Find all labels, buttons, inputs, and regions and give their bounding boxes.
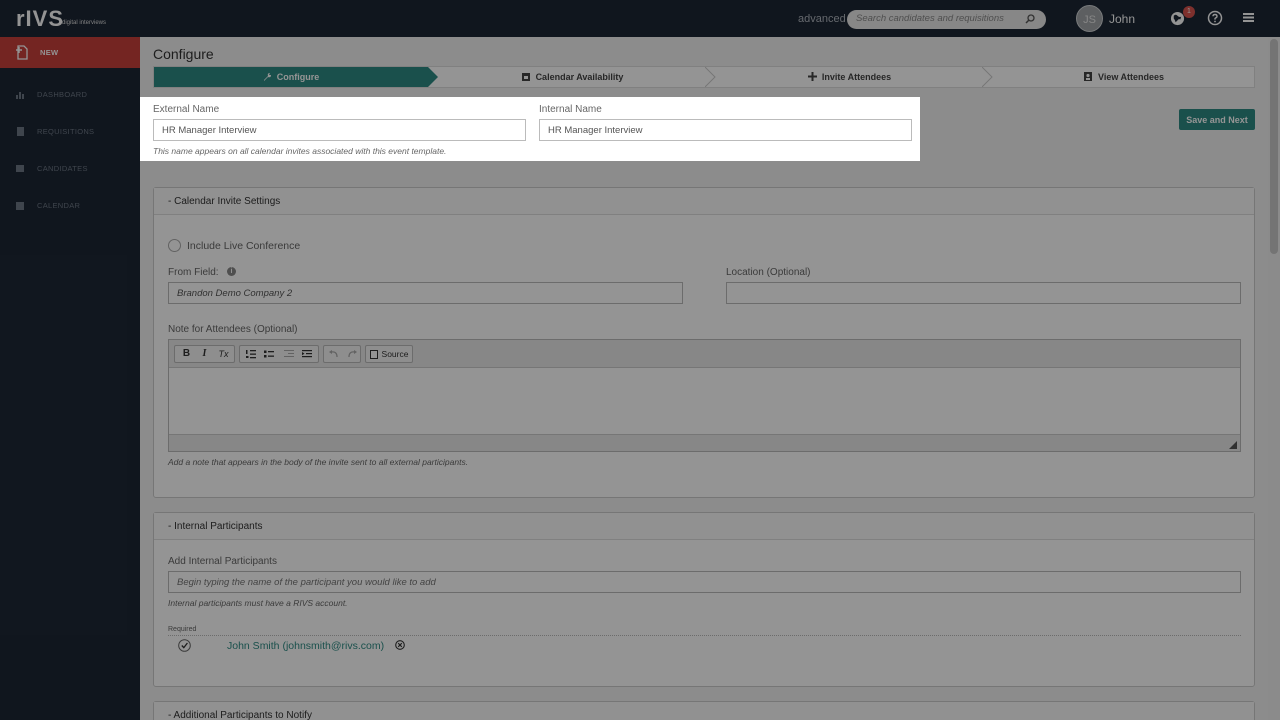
internal-name-field[interactable] [539, 119, 912, 141]
external-name-field[interactable] [153, 119, 526, 141]
overlay-dim-bottom [140, 161, 1280, 720]
overlay-dim-right [920, 97, 1280, 161]
external-name-hint: This name appears on all calendar invite… [153, 146, 447, 156]
overlay-dim-sidebar [0, 37, 140, 720]
internal-name-label: Internal Name [539, 104, 602, 115]
overlay-dim-top [140, 37, 1280, 97]
overlay-dim-header [0, 0, 1280, 37]
external-name-label: External Name [153, 104, 220, 115]
